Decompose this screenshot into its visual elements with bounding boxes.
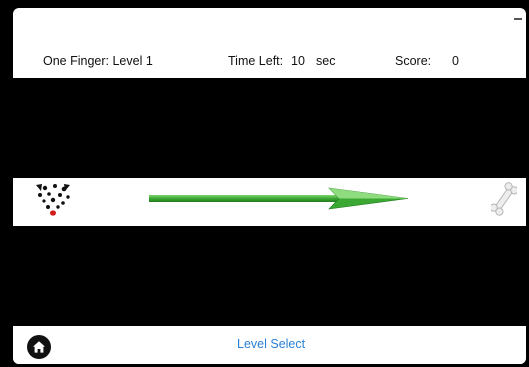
green-arrow-icon [149, 187, 409, 210]
level-title: One Finger: Level 1 [43, 54, 153, 68]
time-left-value: 10 [291, 54, 305, 68]
status-indicator [514, 18, 522, 20]
bone-icon [491, 182, 517, 216]
home-button[interactable] [27, 335, 51, 359]
play-lane[interactable] [13, 178, 526, 226]
time-left-label: Time Left: [228, 54, 284, 68]
score-value: 0 [452, 54, 459, 68]
dalmatian-dog-icon[interactable] [31, 179, 75, 221]
home-icon [33, 341, 45, 353]
score-label: Score: [395, 54, 432, 68]
wall-bottom [13, 226, 526, 326]
wall-top [13, 78, 526, 178]
game-screen: One Finger: Level 1 Time Left: 10 sec Sc… [13, 8, 526, 364]
header-bar: One Finger: Level 1 Time Left: 10 sec Sc… [13, 22, 526, 77]
time-unit: sec [316, 54, 336, 68]
level-select-link[interactable]: Level Select [237, 337, 305, 351]
footer-bar: Level Select [13, 326, 526, 364]
